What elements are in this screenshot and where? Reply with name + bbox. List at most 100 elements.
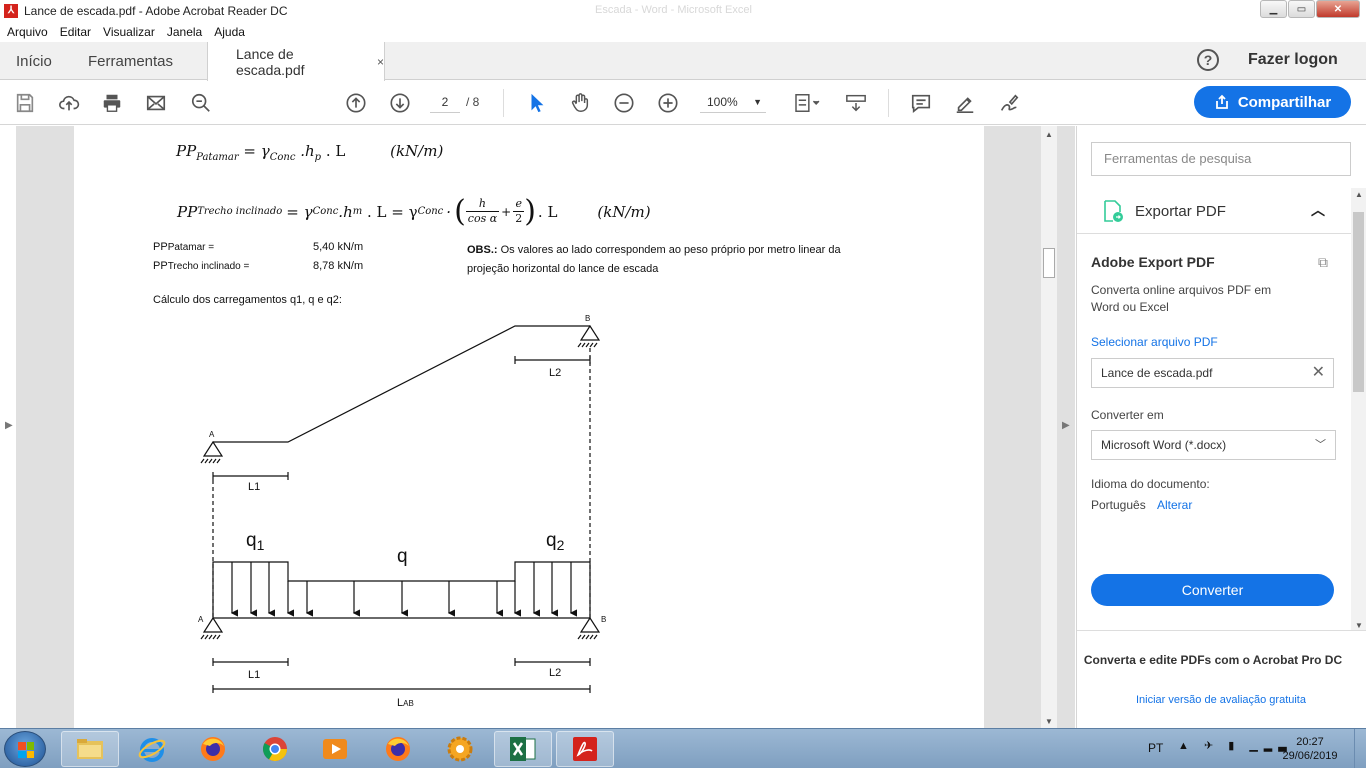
pro-promo-text: Converta e edite PDFs com o Acrobat Pro … bbox=[1083, 653, 1343, 667]
calc-heading: Cálculo dos carregamentos q1, q e q2: bbox=[153, 294, 342, 306]
panel-divider bbox=[1077, 630, 1366, 631]
save-icon[interactable] bbox=[12, 90, 38, 116]
convert-button[interactable]: Converter bbox=[1091, 574, 1334, 606]
tab-tools[interactable]: Ferramentas bbox=[88, 42, 173, 80]
label-a-top: A bbox=[209, 430, 215, 439]
zoom-select[interactable]: 100% ▼ bbox=[700, 91, 766, 113]
scroll-up-icon[interactable]: ▲ bbox=[1355, 190, 1363, 199]
label-b-top: B bbox=[585, 314, 590, 323]
scroll-down-icon[interactable]: ▼ bbox=[1045, 717, 1053, 726]
selected-file-name: Lance de escada.pdf bbox=[1101, 366, 1213, 380]
start-button[interactable] bbox=[4, 731, 46, 767]
acrobat-app-icon: ⅄ bbox=[4, 4, 18, 18]
scroll-up-icon[interactable]: ▲ bbox=[1045, 130, 1053, 139]
scrollbar-thumb[interactable] bbox=[1043, 248, 1055, 278]
menu-ajuda[interactable]: Ajuda bbox=[214, 25, 245, 39]
page-up-icon[interactable] bbox=[343, 90, 369, 116]
cloud-upload-icon[interactable] bbox=[56, 90, 82, 116]
highlight-pen-icon[interactable] bbox=[952, 90, 978, 116]
internet-explorer-icon[interactable] bbox=[123, 731, 181, 767]
expand-left-icon[interactable]: ▶ bbox=[5, 420, 13, 431]
print-icon[interactable] bbox=[99, 90, 125, 116]
sign-icon[interactable] bbox=[996, 90, 1022, 116]
format-value: Microsoft Word (*.docx) bbox=[1101, 438, 1227, 452]
help-icon[interactable]: ? bbox=[1197, 49, 1219, 71]
change-language-link[interactable]: Alterar bbox=[1157, 498, 1192, 512]
page-down-icon[interactable] bbox=[387, 90, 413, 116]
search-zoom-icon[interactable] bbox=[188, 90, 214, 116]
show-desktop-button[interactable] bbox=[1354, 729, 1366, 768]
settings-app-icon[interactable] bbox=[431, 731, 489, 767]
selected-file-field[interactable]: Lance de escada.pdf ✕ bbox=[1091, 358, 1334, 388]
export-pdf-icon bbox=[1104, 200, 1123, 222]
document-scrollbar[interactable]: ▲ ▼ bbox=[1041, 126, 1057, 728]
share-label: Compartilhar bbox=[1237, 93, 1332, 111]
label-q1: q1 bbox=[246, 530, 265, 553]
panel-scrollbar-thumb[interactable] bbox=[1353, 212, 1364, 392]
export-pdf-title: Exportar PDF bbox=[1135, 202, 1226, 220]
chevron-down-icon: ﹀ bbox=[1315, 439, 1326, 451]
label-l1-top: L1 bbox=[248, 481, 260, 493]
tools-search-input[interactable]: Ferramentas de pesquisa bbox=[1091, 142, 1351, 176]
label-q2: q2 bbox=[546, 530, 565, 553]
login-link[interactable]: Fazer logon bbox=[1248, 51, 1338, 69]
clear-file-icon[interactable]: ✕ bbox=[1312, 359, 1325, 387]
document-language-value: Português bbox=[1091, 498, 1146, 512]
file-explorer-icon[interactable] bbox=[61, 731, 119, 767]
hand-tool-icon[interactable] bbox=[567, 90, 593, 116]
share-icon bbox=[1215, 94, 1228, 109]
title-bar: ⅄ Lance de escada.pdf - Adobe Acrobat Re… bbox=[0, 0, 1366, 22]
convert-to-label: Converter em bbox=[1091, 408, 1164, 422]
system-tray-icons[interactable]: ▲ ✈ ▮ ▁▂▃ bbox=[1178, 739, 1293, 752]
firefox-icon[interactable] bbox=[184, 731, 242, 767]
toolbar: 2 / 8 100% ▼ bbox=[0, 81, 1366, 125]
maximize-button[interactable]: ▭ bbox=[1288, 0, 1315, 18]
system-clock[interactable]: 20:27 29/06/2019 bbox=[1280, 735, 1340, 763]
tab-document-label: Lance de escada.pdf bbox=[236, 45, 305, 78]
minimize-button[interactable]: ▁ bbox=[1260, 0, 1287, 18]
comment-icon[interactable] bbox=[908, 90, 934, 116]
dim-l2-top bbox=[514, 356, 591, 364]
scroll-mode-icon[interactable] bbox=[843, 90, 869, 116]
format-select[interactable]: Microsoft Word (*.docx) ﹀ bbox=[1091, 430, 1336, 460]
email-icon[interactable] bbox=[143, 90, 169, 116]
select-pdf-link[interactable]: Selecionar arquivo PDF bbox=[1091, 335, 1218, 349]
menu-arquivo[interactable]: Arquivo bbox=[7, 25, 48, 39]
tab-close-icon[interactable]: × bbox=[377, 55, 384, 69]
zoom-value: 100% bbox=[707, 95, 738, 109]
label-b-bottom: B bbox=[601, 615, 606, 624]
support-b-bottom bbox=[579, 616, 601, 633]
firefox-icon[interactable] bbox=[369, 731, 427, 767]
select-pointer-icon[interactable] bbox=[524, 90, 550, 116]
panel-scrollbar[interactable]: ▲ ▼ bbox=[1351, 188, 1366, 630]
free-trial-link[interactable]: Iniciar versão de avaliação gratuita bbox=[1076, 694, 1366, 706]
input-language[interactable]: PT bbox=[1148, 741, 1163, 755]
menu-visualizar[interactable]: Visualizar bbox=[103, 25, 155, 39]
page-fit-icon[interactable] bbox=[788, 90, 826, 116]
zoom-out-icon[interactable] bbox=[611, 90, 637, 116]
collapse-right-panel-icon[interactable]: ▶ bbox=[1062, 420, 1070, 431]
export-description: Converta online arquivos PDF em Word ou … bbox=[1091, 283, 1272, 314]
export-pdf-header[interactable]: Exportar PDF bbox=[1101, 199, 1226, 223]
label-a-bottom: A bbox=[198, 615, 204, 624]
menu-editar[interactable]: Editar bbox=[60, 25, 91, 39]
label-l1-bottom: L1 bbox=[248, 669, 260, 681]
media-player-icon[interactable] bbox=[306, 731, 364, 767]
tab-document[interactable]: Lance de escada.pdf × bbox=[207, 42, 385, 81]
dim-l2-bottom bbox=[514, 658, 591, 666]
scroll-down-icon[interactable]: ▼ bbox=[1355, 621, 1363, 630]
chevron-up-icon[interactable]: ︿ bbox=[1311, 200, 1325, 220]
stair-load-diagram: A B L1 L2 q1 q q2 A B L1 L2 LAB bbox=[198, 314, 606, 709]
tab-home[interactable]: Início bbox=[16, 42, 52, 80]
share-button[interactable]: Compartilhar bbox=[1194, 86, 1351, 118]
acrobat-icon[interactable] bbox=[556, 731, 614, 767]
page-number-input[interactable]: 2 bbox=[430, 91, 460, 113]
pp-trecho-label: PPTrecho inclinado = bbox=[153, 260, 250, 272]
close-button[interactable]: ✕ bbox=[1316, 0, 1360, 18]
chrome-icon[interactable] bbox=[246, 731, 304, 767]
dim-lab bbox=[212, 685, 591, 693]
excel-icon[interactable] bbox=[494, 731, 552, 767]
pp-patamar-value: 5,40 kN/m bbox=[313, 241, 364, 253]
menu-janela[interactable]: Janela bbox=[167, 25, 202, 39]
zoom-in-icon[interactable] bbox=[655, 90, 681, 116]
